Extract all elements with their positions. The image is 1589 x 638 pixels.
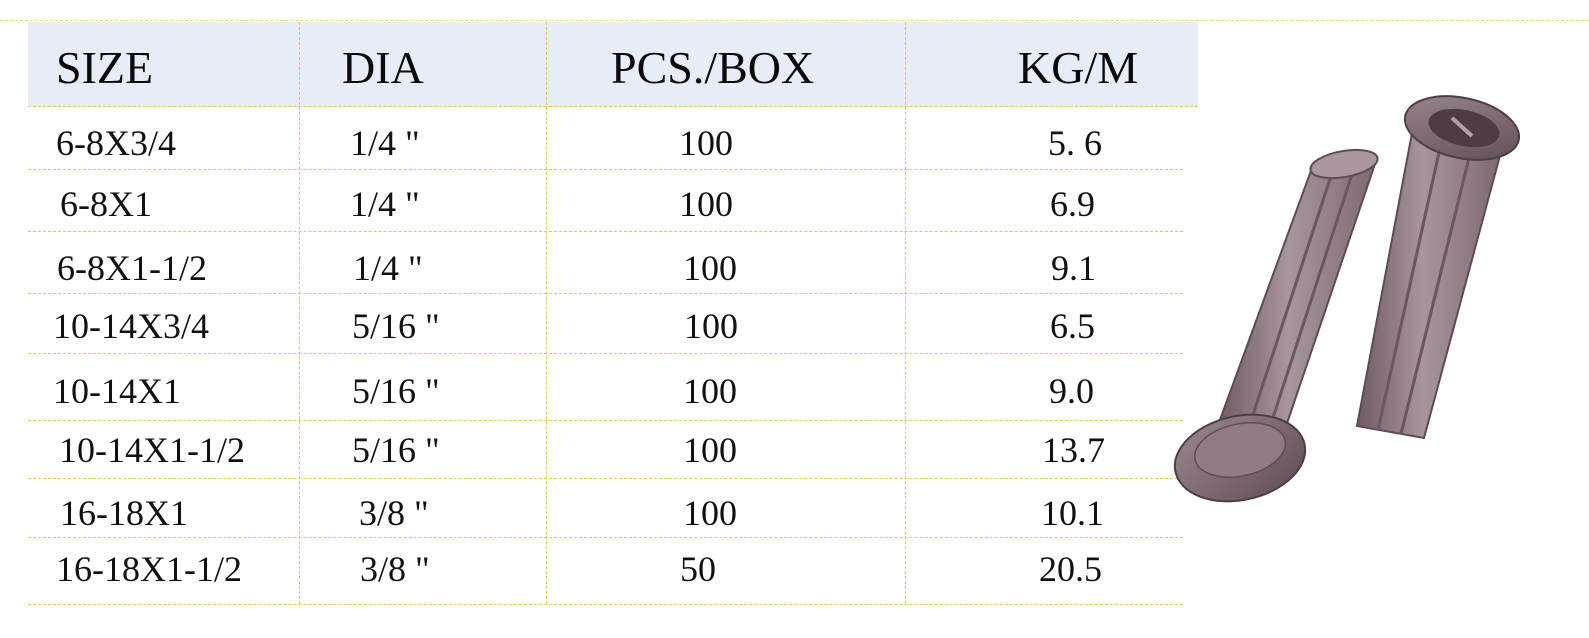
cell-kg-m: 9.1	[1051, 248, 1096, 288]
cell-kg-m: 9.0	[1049, 371, 1094, 411]
table-row: 6-8X3/4 1/4 " 100 5. 6	[28, 106, 1183, 170]
cell-dia: 5/16 "	[352, 371, 440, 411]
cell-dia: 1/4 "	[353, 248, 423, 288]
cell-size: 6-8X1-1/2	[57, 248, 207, 288]
cell-kg-m: 5. 6	[1048, 123, 1102, 163]
table-row: 10-14X3/4 5/16 " 100 6.5	[28, 293, 1183, 354]
cell-kg-m: 6.5	[1050, 306, 1095, 346]
cell-kg-m: 10.1	[1041, 493, 1104, 533]
cell-pcs-box: 100	[683, 430, 737, 470]
table-row: 16-18X1 3/8 " 100 10.1	[28, 478, 1183, 538]
cell-kg-m: 13.7	[1042, 430, 1105, 470]
plastic-wall-anchor-icon	[1173, 95, 1521, 503]
header-kg-m: KG/M	[1018, 42, 1139, 93]
cell-size: 16-18X1-1/2	[56, 549, 242, 589]
cell-pcs-box: 100	[684, 306, 738, 346]
cell-dia: 5/16 "	[352, 306, 440, 346]
cell-size: 10-14X1	[53, 371, 181, 411]
cell-dia: 1/4 "	[350, 184, 420, 224]
anchor-right	[1355, 95, 1521, 440]
top-divider	[0, 20, 1589, 21]
cell-size: 6-8X3/4	[56, 123, 176, 163]
cell-pcs-box: 100	[683, 371, 737, 411]
cell-pcs-box: 100	[683, 248, 737, 288]
header-pcs-box: PCS./BOX	[611, 42, 815, 93]
anchor-left	[1173, 148, 1379, 503]
cell-size: 6-8X1	[60, 184, 152, 224]
cell-dia: 1/4 "	[350, 123, 420, 163]
spec-table: SIZE DIA PCS./BOX KG/M 6-8X3/4 1/4 " 100…	[28, 22, 1198, 622]
cell-pcs-box: 100	[679, 184, 733, 224]
table-header: SIZE DIA PCS./BOX KG/M	[28, 22, 1198, 107]
cell-dia: 5/16 "	[352, 430, 440, 470]
cell-pcs-box: 50	[680, 549, 716, 589]
cell-pcs-box: 100	[683, 493, 737, 533]
cell-dia: 3/8 "	[360, 549, 430, 589]
table-row: 6-8X1 1/4 " 100 6.9	[28, 169, 1183, 232]
table-row: 10-14X1 5/16 " 100 9.0	[28, 353, 1183, 421]
cell-size: 16-18X1	[60, 493, 188, 533]
cell-kg-m: 20.5	[1039, 549, 1102, 589]
cell-dia: 3/8 "	[359, 493, 429, 533]
header-size: SIZE	[56, 42, 154, 93]
cell-size: 10-14X3/4	[53, 306, 209, 346]
cell-size: 10-14X1-1/2	[59, 430, 245, 470]
table-row: 10-14X1-1/2 5/16 " 100 13.7	[28, 420, 1183, 479]
cell-kg-m: 6.9	[1050, 184, 1095, 224]
header-dia: DIA	[342, 42, 424, 93]
table-row: 6-8X1-1/2 1/4 " 100 9.1	[28, 231, 1183, 294]
cell-pcs-box: 100	[679, 123, 733, 163]
table-row: 16-18X1-1/2 3/8 " 50 20.5	[28, 537, 1183, 605]
